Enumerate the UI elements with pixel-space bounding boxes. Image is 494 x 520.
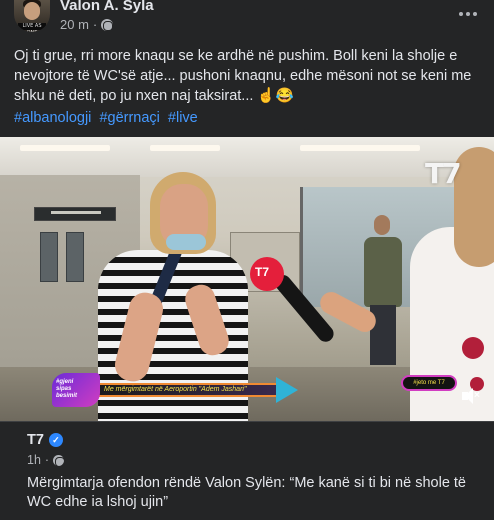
ceiling-light (300, 145, 420, 151)
speaker-cone (465, 388, 473, 404)
lower-third: Me mërgimtarët në Aeroportin "Adem Jasha… (52, 373, 298, 407)
dot-icon (473, 12, 477, 16)
verified-badge-icon: ✓ (48, 433, 63, 447)
shared-meta: 1h · (27, 453, 66, 467)
shared-source-name[interactable]: T7 (27, 432, 44, 448)
hashtag-link[interactable]: #live (168, 110, 198, 126)
play-arrow-icon (276, 377, 298, 403)
mute-x: × (474, 390, 480, 401)
speaker-muted-icon[interactable]: × (462, 387, 482, 405)
globe-icon (101, 18, 114, 31)
face-mask (166, 234, 206, 250)
person-head (374, 215, 390, 235)
shirt-print (462, 337, 484, 359)
hashtag-link[interactable]: #gërrnaçi (99, 110, 159, 126)
person-torso (364, 237, 402, 307)
meta-separator: · (44, 453, 50, 467)
lower-third-badge: #gjeni sipas besimit (52, 373, 100, 407)
facebook-post: LIVE AS ONE Valon A. Syla 20 m · Oj ti g… (0, 0, 494, 520)
more-options-button[interactable] (456, 6, 480, 22)
avatar-badge: LIVE AS ONE (18, 23, 46, 32)
shared-time[interactable]: 1h (27, 453, 41, 467)
avatar-face (24, 2, 40, 20)
reporter-hair (454, 147, 494, 267)
shared-headline: Mërgimtarja ofendon rëndë Valon Sylën: “… (27, 475, 467, 510)
shared-source[interactable]: T7 ✓ (27, 432, 63, 448)
dot-icon (459, 12, 463, 16)
post-meta: 20 m · (60, 17, 114, 32)
gate-barrier (66, 232, 84, 282)
video-player[interactable]: T7 T7 Me mërgimtarët në Aeroportin "Adem… (0, 137, 494, 421)
microphone-logo: T7 (255, 265, 270, 279)
ceiling-light (150, 145, 220, 151)
gate-barrier (40, 232, 58, 282)
author-name[interactable]: Valon A. Syla (60, 0, 154, 14)
ceiling-light (20, 145, 110, 151)
hashtag-list: #albanologji #gërrnaçi #live (14, 108, 202, 128)
channel-logo: T7 (425, 157, 462, 190)
lower-third-hashtag: #jeto me T7 (401, 375, 457, 391)
hashtag-link[interactable]: #albanologji (14, 110, 91, 126)
post-text: Oj ti grue, rri more knaqu se ke ardhë n… (14, 48, 472, 104)
shared-post-card[interactable]: T7 ✓ 1h · Mërgimtarja ofendon rëndë Valo… (0, 421, 494, 520)
post-time[interactable]: 20 m (60, 17, 89, 32)
lower-third-caption: Me mërgimtarët në Aeroportin "Adem Jasha… (96, 383, 282, 397)
avatar[interactable]: LIVE AS ONE (14, 0, 50, 32)
airport-ceiling (0, 137, 494, 177)
meta-separator: · (92, 17, 98, 32)
dot-icon (466, 12, 470, 16)
globe-icon (53, 454, 66, 467)
background-person (364, 215, 404, 365)
post-header: LIVE AS ONE Valon A. Syla 20 m · (0, 0, 494, 38)
